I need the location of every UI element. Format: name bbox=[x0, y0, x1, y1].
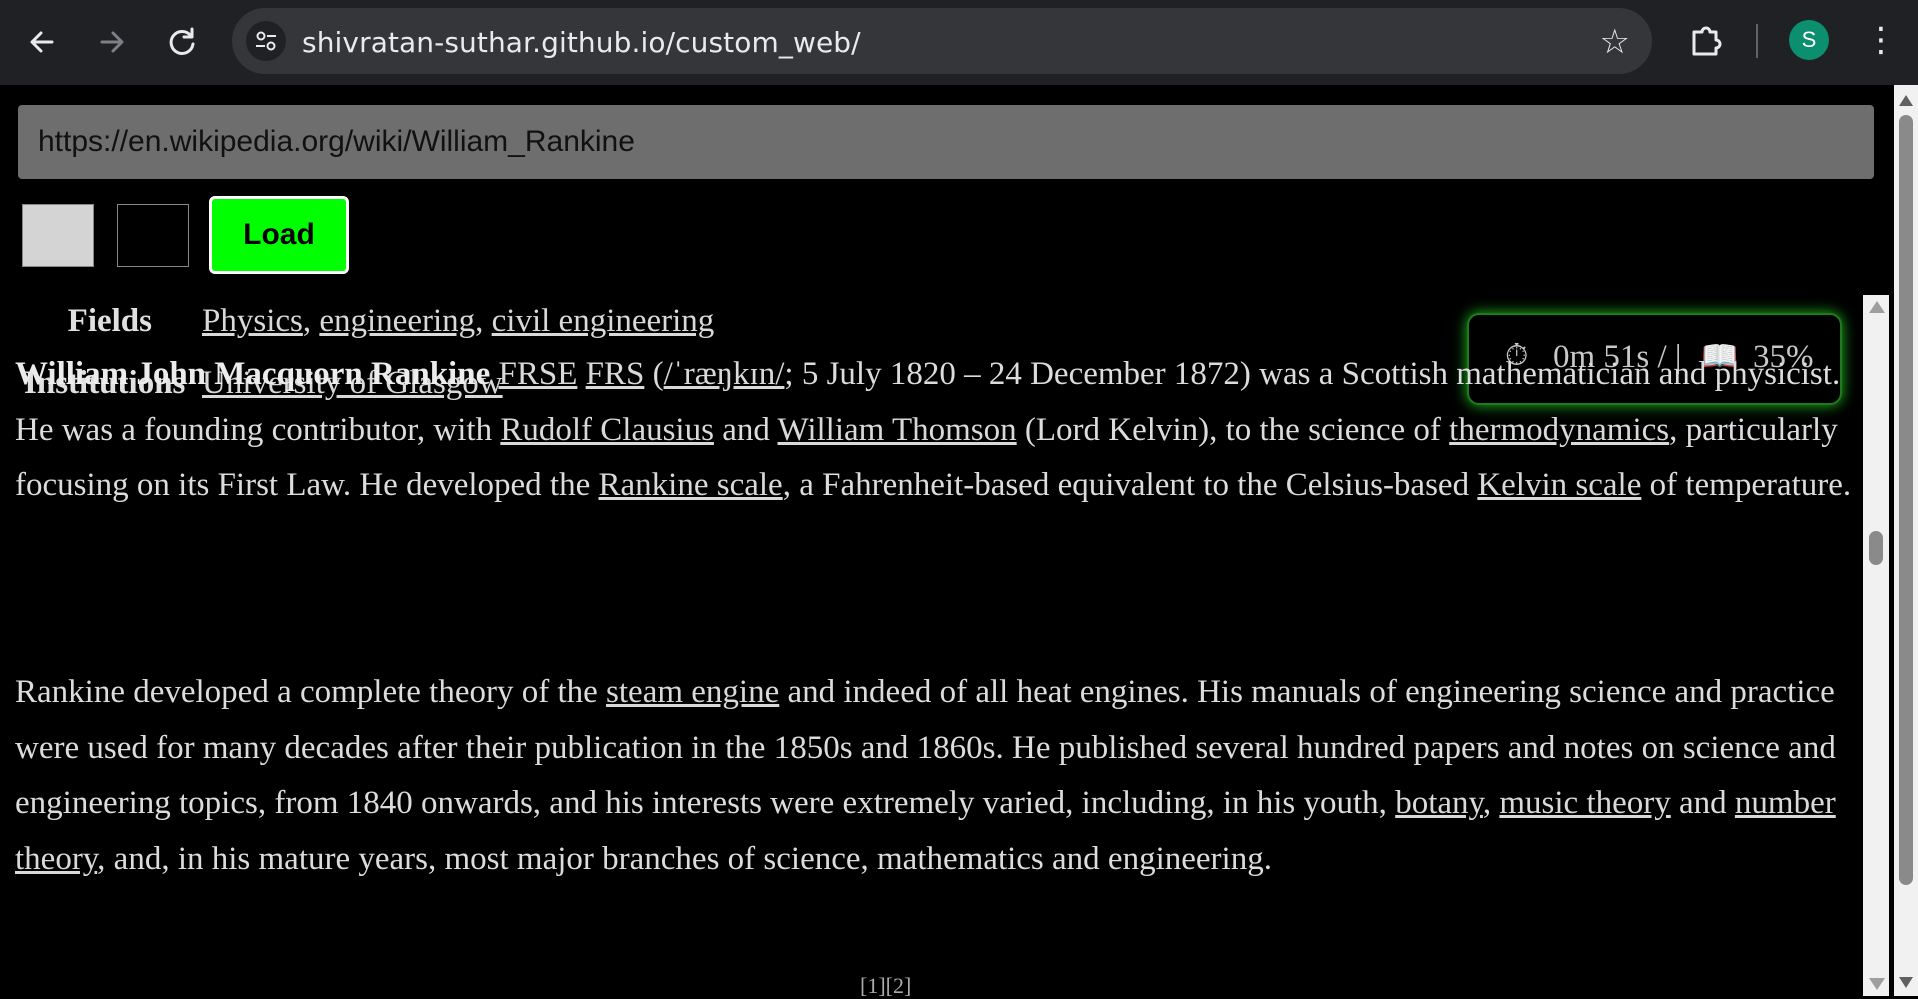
scroll-up-arrow-icon[interactable] bbox=[1899, 95, 1913, 106]
page-content: Load Fields Physics, engineering, civil … bbox=[0, 85, 1918, 998]
forward-button[interactable] bbox=[92, 22, 132, 62]
link-steam-engine[interactable]: steam engine bbox=[606, 674, 779, 710]
address-bar[interactable]: shivratan-suthar.github.io/custom_web/ ☆ bbox=[232, 8, 1652, 74]
tune-icon bbox=[256, 31, 276, 51]
scroll-up-arrow-icon[interactable] bbox=[1869, 301, 1885, 313]
load-button[interactable]: Load bbox=[209, 196, 349, 274]
article-paragraph-2: Rankine developed a complete theory of t… bbox=[15, 665, 1865, 887]
star-icon[interactable]: ☆ bbox=[1600, 22, 1630, 62]
address-bar-url: shivratan-suthar.github.io/custom_web/ bbox=[302, 26, 861, 59]
text: , bbox=[1482, 785, 1492, 821]
back-button[interactable] bbox=[22, 22, 62, 62]
text: and bbox=[713, 411, 778, 448]
profile-avatar[interactable]: S bbox=[1789, 20, 1829, 60]
text: , and, in his mature years, most major b… bbox=[97, 840, 1272, 877]
reference-markers: [1][2] bbox=[860, 973, 912, 998]
browser-toolbar: shivratan-suthar.github.io/custom_web/ ☆… bbox=[0, 0, 1918, 85]
light-theme-swatch[interactable] bbox=[22, 204, 94, 267]
arrow-left-icon bbox=[30, 31, 54, 53]
text: (Lord Kelvin), to the science of bbox=[1016, 411, 1450, 448]
fields-label: Fields bbox=[67, 303, 152, 339]
link-thermodynamics[interactable]: thermodynamics bbox=[1449, 412, 1669, 448]
puzzle-icon bbox=[1692, 26, 1722, 56]
scroll-down-arrow-icon[interactable] bbox=[1899, 977, 1913, 988]
article-paragraph-1: William John Macquorn Rankine FRSE FRS (… bbox=[15, 347, 1865, 514]
text: , a Fahrenheit-based equivalent to the C… bbox=[782, 467, 1478, 503]
fields-value: Physics, engineering, civil engineering bbox=[202, 303, 715, 339]
toolbar-divider bbox=[1756, 24, 1758, 58]
link-engineering[interactable]: engineering bbox=[319, 303, 475, 339]
dark-theme-swatch[interactable] bbox=[117, 204, 189, 267]
scroll-down-arrow-icon[interactable] bbox=[1869, 978, 1885, 990]
wiki-url-input[interactable] bbox=[18, 105, 1874, 179]
link-rankine-scale[interactable]: Rankine scale bbox=[599, 467, 783, 503]
arrow-right-icon bbox=[100, 31, 124, 53]
article-scrollbar[interactable] bbox=[1863, 295, 1889, 996]
kebab-menu-icon[interactable]: ⋮ bbox=[1864, 20, 1898, 64]
scrollbar-thumb[interactable] bbox=[1869, 531, 1883, 565]
link-frse[interactable]: FRSE bbox=[498, 356, 577, 392]
text: Rankine developed a complete theory of t… bbox=[15, 674, 607, 710]
text: ( bbox=[652, 356, 664, 392]
link-rudolf-clausius[interactable]: Rudolf Clausius bbox=[500, 412, 714, 448]
site-info-button[interactable] bbox=[246, 21, 286, 61]
link-civil-engineering[interactable]: civil engineering bbox=[492, 303, 715, 339]
link-frs[interactable]: FRS bbox=[586, 356, 645, 392]
extensions-button[interactable] bbox=[1686, 20, 1726, 65]
page-scrollbar-thumb[interactable] bbox=[1899, 115, 1913, 885]
page-scrollbar[interactable] bbox=[1894, 85, 1918, 996]
article-subject: William John Macquorn Rankine bbox=[15, 356, 491, 392]
reload-icon bbox=[169, 27, 195, 55]
link-pronunciation[interactable]: /ˈræŋkɪn/ bbox=[664, 356, 785, 392]
link-kelvin-scale[interactable]: Kelvin scale bbox=[1477, 467, 1641, 503]
link-william-thomson[interactable]: William Thomson bbox=[778, 412, 1017, 448]
link-botany[interactable]: botany bbox=[1395, 785, 1483, 821]
text: of temperature. bbox=[1641, 467, 1852, 503]
link-physics[interactable]: Physics bbox=[202, 303, 303, 339]
text: and bbox=[1670, 785, 1735, 821]
reload-button[interactable] bbox=[162, 22, 202, 62]
link-music-theory[interactable]: music theory bbox=[1499, 785, 1670, 821]
